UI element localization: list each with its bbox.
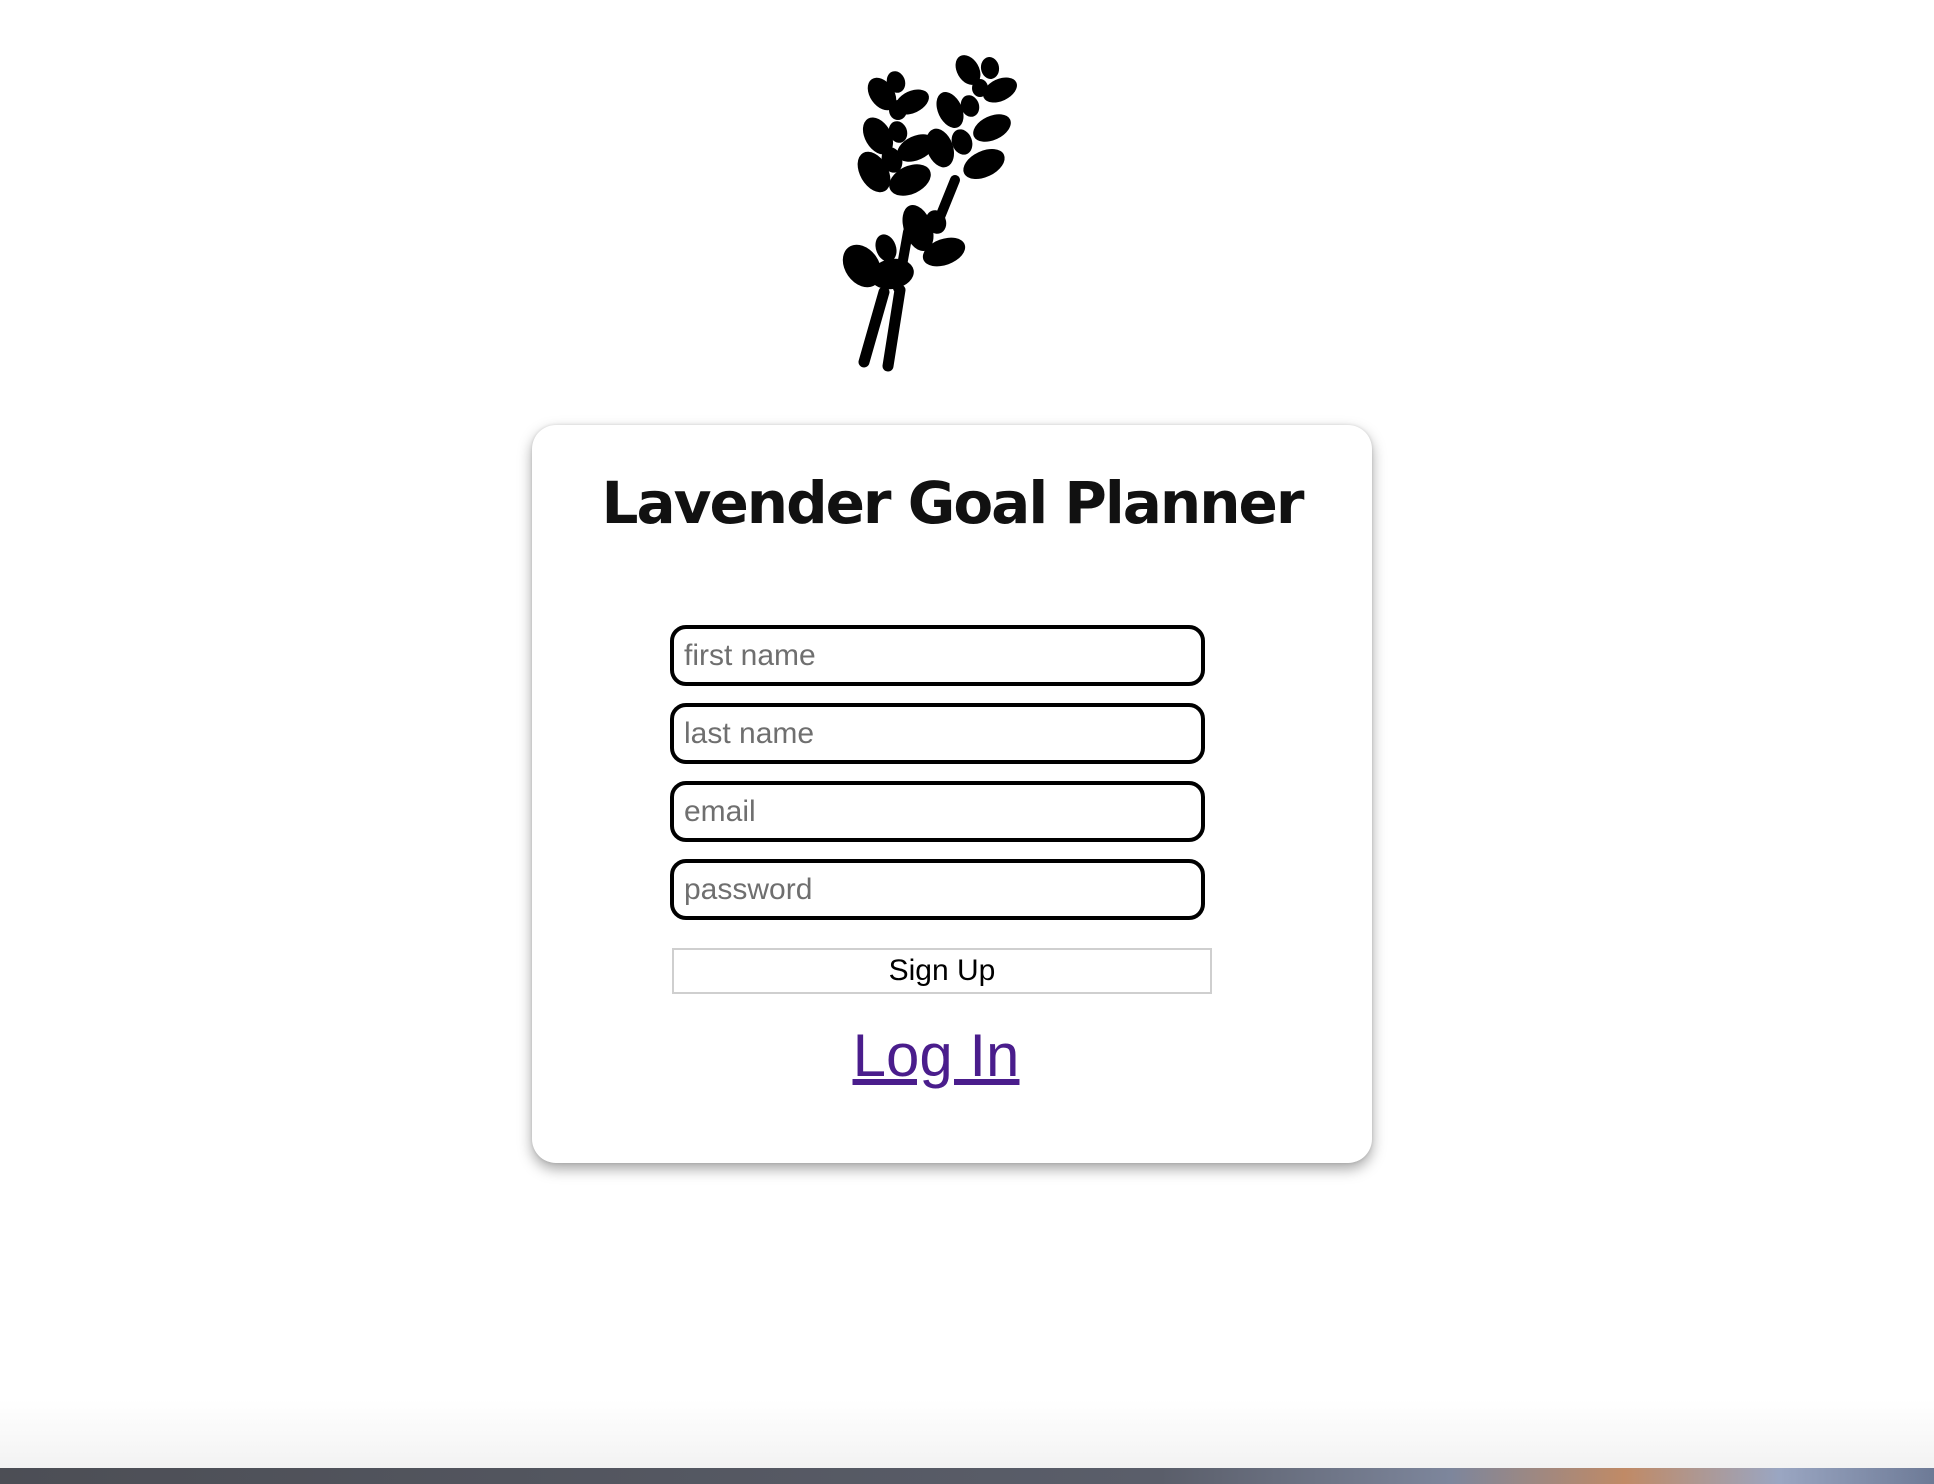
page-title: Lavender Goal Planner bbox=[601, 469, 1305, 537]
log-in-link[interactable]: Log In bbox=[853, 1022, 1020, 1089]
page: Lavender Goal Planner Sign Up Log In bbox=[0, 0, 1934, 1484]
lavender-icon bbox=[842, 55, 1017, 372]
password-field[interactable] bbox=[670, 859, 1205, 920]
first-name-field[interactable] bbox=[670, 625, 1205, 686]
sign-up-button[interactable]: Sign Up bbox=[672, 948, 1212, 994]
signup-card: Lavender Goal Planner Sign Up Log In bbox=[532, 425, 1372, 1163]
email-field[interactable] bbox=[670, 781, 1205, 842]
taskbar bbox=[0, 1468, 1934, 1484]
login-link-container: Log In bbox=[532, 1023, 1340, 1089]
last-name-field[interactable] bbox=[670, 703, 1205, 764]
